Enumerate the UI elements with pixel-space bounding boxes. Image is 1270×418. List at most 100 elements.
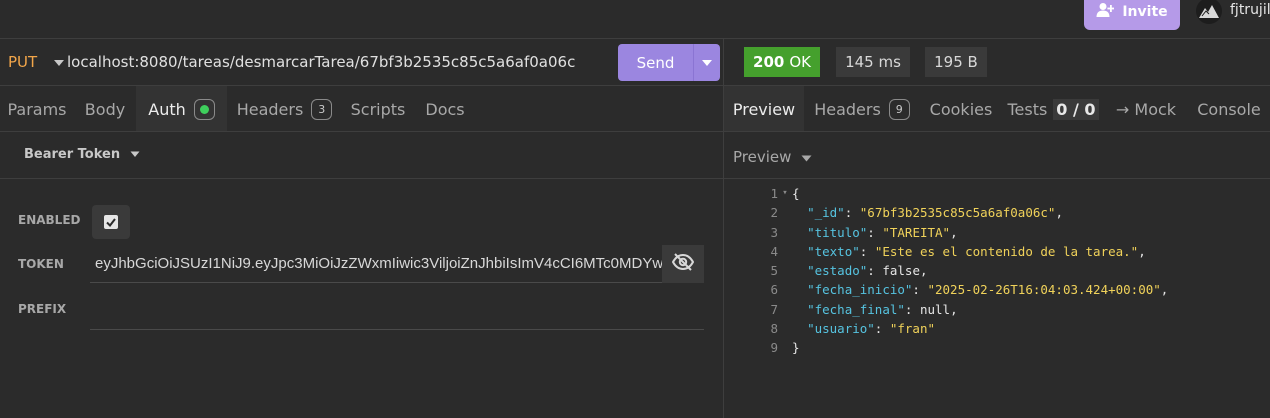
tab-label: Headers <box>236 99 304 119</box>
gutter-spacer <box>778 203 792 222</box>
divider <box>0 178 723 179</box>
send-options-chevron-down-icon[interactable] <box>694 59 720 67</box>
gutter-spacer <box>778 261 792 280</box>
code-text: { <box>792 184 800 203</box>
checkmark-icon <box>104 215 118 229</box>
code-line: 5 "estado": false, <box>760 261 1168 280</box>
status-code: 200 <box>753 53 785 71</box>
send-label: Send <box>636 53 675 72</box>
json-key: "fecha_final" <box>807 301 905 317</box>
code-line: 2 "_id": "67bf3b2535c85c5a6af0a06c", <box>760 203 1168 222</box>
tab-preview[interactable]: Preview <box>724 86 804 132</box>
preview-mode-selector[interactable]: Preview <box>733 148 812 166</box>
status-badge: 200 OK <box>744 47 820 77</box>
auth-type-selector[interactable]: Bearer Token <box>24 147 140 162</box>
tab-response-headers[interactable]: Headers 9 <box>806 86 918 132</box>
code-text: "usuario": "fran" <box>807 321 936 337</box>
tab-label: Headers <box>814 99 881 119</box>
eye-slash-icon <box>671 253 695 275</box>
json-key: "titulo" <box>807 224 868 240</box>
method-selector[interactable]: PUT <box>8 53 65 71</box>
tab-headers[interactable]: Headers 3 <box>227 86 342 132</box>
code-text: } <box>792 338 800 357</box>
json-value: "Este es el contenido de la tarea." <box>874 243 1139 259</box>
code-line: 9} <box>760 338 1168 357</box>
code-text: "estado": false, <box>807 263 928 279</box>
fold-toggle-icon[interactable]: ▾ <box>778 184 792 203</box>
gutter-spacer <box>778 280 792 299</box>
json-value: "67bf3b2535c85c5a6af0a06c" <box>859 205 1056 221</box>
gutter-spacer <box>778 223 792 242</box>
divider <box>724 178 1270 179</box>
invite-button[interactable]: Invite <box>1084 0 1180 30</box>
line-number: 8 <box>770 321 778 337</box>
tab-label: → Mock <box>1115 99 1177 119</box>
code-line: 6 "fecha_inicio": "2025-02-26T16:04:03.4… <box>760 280 1168 299</box>
tab-label: Console <box>1197 99 1261 119</box>
code-line: 4 "texto": "Este es el contenido de la t… <box>760 242 1168 261</box>
tab-docs[interactable]: Docs <box>414 86 476 132</box>
tab-auth[interactable]: Auth <box>136 86 227 132</box>
status-text: OK <box>789 53 811 71</box>
enabled-label: ENABLED <box>18 213 81 227</box>
toggle-visibility-button[interactable] <box>662 245 704 283</box>
token-input[interactable]: eyJhbGciOiJSUzI1NiJ9.eyJpc3MiOiJzZWxmIiw… <box>90 245 662 283</box>
gutter-spacer <box>778 300 792 319</box>
gutter-spacer <box>778 319 792 338</box>
url-input[interactable]: localhost:8080/tareas/desmarcarTarea/67b… <box>67 53 575 71</box>
json-response-viewer[interactable]: 1 ▾{2 "_id": "67bf3b2535c85c5a6af0a06c", 3… <box>760 184 1168 358</box>
json-comma: , <box>1138 243 1146 259</box>
token-label: TOKEN <box>18 257 64 271</box>
prefix-input[interactable] <box>90 292 704 330</box>
response-size-badge: 195 B <box>925 47 987 77</box>
json-value: false <box>882 263 920 279</box>
tab-cookies[interactable]: Cookies <box>920 86 1002 132</box>
json-value: null <box>919 301 951 317</box>
json-key: "_id" <box>807 205 845 221</box>
json-key: "fecha_inicio" <box>807 282 913 298</box>
tab-console[interactable]: Console <box>1188 86 1270 132</box>
json-key: "estado" <box>807 263 868 279</box>
enabled-checkbox[interactable] <box>92 205 130 239</box>
tab-count: 0 / 0 <box>1053 98 1099 120</box>
code-text: "_id": "67bf3b2535c85c5a6af0a06c", <box>807 205 1063 221</box>
code-line: 7 "fecha_final": null, <box>760 300 1168 319</box>
chevron-down-icon <box>801 148 812 166</box>
tab-label: Docs <box>425 99 465 119</box>
prefix-label: PREFIX <box>18 302 67 316</box>
preview-mode-label: Preview <box>733 148 792 166</box>
json-comma: , <box>1055 205 1063 221</box>
code-line: 8 "usuario": "fran" <box>760 319 1168 338</box>
json-value: "TAREITA" <box>882 224 951 240</box>
tab-params[interactable]: Params <box>0 86 74 132</box>
code-text: "texto": "Este es el contenido de la tar… <box>807 243 1146 259</box>
method-label: PUT <box>8 53 38 71</box>
json-comma: , <box>950 224 958 240</box>
code-line: 3 "titulo": "TAREITA", <box>760 223 1168 242</box>
tab-scripts[interactable]: Scripts <box>342 86 414 132</box>
send-button[interactable]: Send <box>618 44 720 81</box>
line-number: 1 <box>770 186 778 201</box>
tab-tests[interactable]: Tests 0 / 0 <box>1004 86 1102 132</box>
auth-enabled-indicator <box>193 98 215 120</box>
line-number: 2 <box>770 205 778 221</box>
tab-body[interactable]: Body <box>74 86 136 132</box>
json-comma: , <box>919 263 928 279</box>
tab-label: Auth <box>148 99 186 119</box>
user-name[interactable]: fjtrujillo <box>1230 2 1270 18</box>
tab-count: 9 <box>888 98 910 120</box>
json-value: "2025-02-26T16:04:03.424+00:00" <box>927 282 1161 298</box>
tab-label: Preview <box>732 99 796 119</box>
tab-label: Body <box>84 99 126 119</box>
json-key: "texto" <box>807 243 860 259</box>
status-dot-icon <box>199 104 209 114</box>
code-text: "fecha_inicio": "2025-02-26T16:04:03.424… <box>807 282 1169 298</box>
tab-label: Tests <box>1007 99 1048 119</box>
tab-label: Cookies <box>929 99 993 119</box>
gutter-spacer <box>778 338 792 357</box>
tab-mock[interactable]: → Mock <box>1104 86 1188 132</box>
line-number: 9 <box>770 340 778 356</box>
line-number: 5 <box>770 263 778 279</box>
tab-count: 3 <box>311 98 333 120</box>
top-bar <box>0 0 1270 38</box>
